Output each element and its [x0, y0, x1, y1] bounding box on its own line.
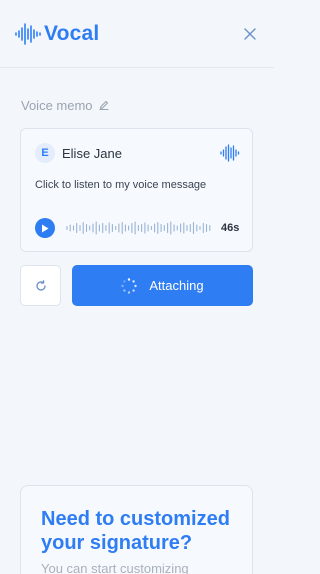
audio-duration: 46s — [221, 222, 240, 234]
attach-button[interactable]: Attaching — [72, 265, 253, 306]
voice-message-card: E Elise Jane Click to listen to my voice… — [20, 128, 253, 252]
app-name: Vocal — [44, 22, 100, 45]
sender-name: Elise Jane — [62, 146, 122, 161]
play-icon — [42, 224, 49, 232]
voice-memo-title-row: Voice memo — [21, 97, 109, 113]
promo-subtitle: You can start customizing — [41, 561, 189, 574]
signature-promo-card: Need to customized your signature? You c… — [20, 485, 253, 574]
refresh-icon — [35, 279, 46, 291]
promo-title: Need to customized your signature? — [41, 508, 230, 554]
avatar: E — [35, 143, 55, 163]
message-text[interactable]: Click to listen to my voice message — [35, 179, 206, 191]
waveform-icon — [220, 144, 240, 162]
audio-waveform[interactable] — [66, 221, 212, 235]
attach-button-label: Attaching — [149, 278, 204, 293]
play-button[interactable] — [35, 218, 55, 238]
app-logo: Vocal — [15, 22, 99, 46]
waveform-logo-icon — [15, 23, 41, 45]
close-button[interactable] — [240, 24, 260, 44]
app-header: Vocal — [0, 0, 274, 68]
pencil-icon — [98, 100, 109, 110]
loading-spinner-icon — [121, 277, 138, 294]
close-icon — [244, 28, 256, 40]
voice-memo-label: Voice memo — [21, 97, 93, 113]
reset-button[interactable] — [20, 265, 61, 306]
edit-title-button[interactable] — [98, 100, 109, 110]
